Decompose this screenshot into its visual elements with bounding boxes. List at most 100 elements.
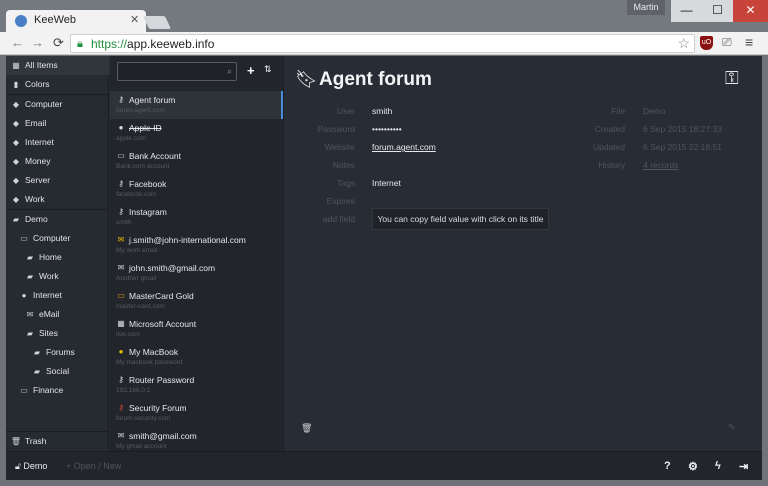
list-item[interactable]: ● Apple ID apple.com [110, 119, 283, 147]
field-value-website[interactable]: forum.agent.com [372, 142, 436, 152]
list-item[interactable]: ⚷ Security Forum forum.security.com [110, 399, 283, 427]
menu-label: Computer [33, 233, 71, 243]
list-item-subtitle: 192.168.0.1 [116, 387, 151, 394]
back-icon[interactable]: ← [11, 35, 24, 50]
list-item[interactable]: ⚷ Agent forum forum.agent.com [110, 91, 283, 119]
browser-tab[interactable]: KeeWeb ✕ [6, 10, 146, 32]
url-host: app.keeweb.info [127, 37, 215, 51]
menu-label: Work [39, 271, 59, 281]
cast-icon[interactable]: ⎚ [722, 35, 732, 50]
list-item-subtitle: Another gmail [116, 275, 157, 282]
menu-group-social[interactable]: ▰ Social [6, 362, 109, 381]
database-button[interactable]: 🔓︎ Demo [15, 461, 47, 472]
menu-group-home[interactable]: ▰ Home [6, 248, 109, 267]
address-bar[interactable]: 🔒︎ https://app.keeweb.info ☆ [70, 34, 695, 53]
list-item-title: smith@gmail.com [129, 431, 197, 441]
menu-tag-internet[interactable]: ◆ Internet [6, 133, 109, 152]
menu-group-finance[interactable]: ▭ Finance [6, 381, 109, 400]
field-label-password[interactable]: Password [285, 124, 355, 134]
lock-workspace-icon[interactable]: ⇥ [739, 460, 748, 473]
field-label-user[interactable]: User [285, 106, 355, 116]
settings-icon[interactable]: ⚙ [688, 460, 698, 473]
menu-group-work[interactable]: ▰ Work [6, 267, 109, 286]
list-item-subtitle: live.com [116, 331, 140, 338]
search-icon[interactable]: ⌕ [227, 66, 232, 77]
field-value-password[interactable]: •••••••••• [372, 124, 402, 134]
app-footer: 🔓︎ Demo + Open / New ? ⚙ ϟ ⇥ [6, 451, 762, 480]
menu-group-computer[interactable]: ▭ Computer [6, 229, 109, 248]
menu-tag-money[interactable]: ◆ Money [6, 152, 109, 171]
new-tab-button[interactable] [142, 16, 172, 29]
search-input[interactable]: ⌕ [117, 62, 237, 81]
list-item-subtitle: forum.security.com [116, 415, 171, 422]
forward-icon[interactable]: → [31, 35, 44, 50]
entry-title[interactable]: Agent forum [319, 69, 432, 91]
menu-tag-email[interactable]: ◆ Email [6, 114, 109, 133]
tag-icon: ◆ [12, 138, 20, 147]
menu-tag-server[interactable]: ◆ Server [6, 171, 109, 190]
field-label-expires[interactable]: Expires [285, 196, 355, 206]
add-entry-button[interactable]: + [247, 63, 255, 78]
reload-icon[interactable]: ⟳ [53, 35, 64, 51]
database-name: Demo [23, 461, 48, 471]
folder-icon: ▰ [26, 272, 34, 281]
menu-tag-work[interactable]: ◆ Work [6, 190, 109, 209]
list-item-title: My MacBook [129, 347, 179, 357]
keeweb-app: ▦ All Items ▮ Colors ◆ Computer ◆ Email ◆ Int… [6, 56, 762, 480]
tag-icon: ◆ [12, 195, 20, 204]
field-label-history: History [598, 160, 625, 170]
menu-tag-computer[interactable]: ◆ Computer [6, 95, 109, 114]
history-link[interactable]: 4 records [643, 160, 678, 170]
list-item[interactable]: ✉ smith@gmail.com My gmail account [110, 427, 283, 451]
list-item[interactable]: ▭ Bank Account Bank.com account [110, 147, 283, 175]
open-new-button[interactable]: + Open / New [66, 461, 121, 471]
menu-group-internet[interactable]: ● Internet [6, 286, 109, 305]
field-label-notes[interactable]: Notes [285, 160, 355, 170]
menu-label: Email [25, 118, 47, 128]
generate-password-icon[interactable]: ϟ [715, 460, 721, 472]
field-value-user[interactable]: smith [372, 106, 392, 116]
menu-sidebar: ▦ All Items ▮ Colors ◆ Computer ◆ Email ◆ Int… [6, 56, 109, 451]
menu-group-forums[interactable]: ▰ Forums [6, 343, 109, 362]
ublock-extension-icon[interactable]: uO [700, 36, 713, 50]
profile-name[interactable]: Martin [627, 0, 665, 15]
list-item[interactable]: ⚷ Instagram smith [110, 203, 283, 231]
bookmark-star-icon[interactable]: ☆ [677, 35, 690, 52]
sort-button[interactable]: ⇅ [264, 64, 272, 75]
menu-label: Finance [33, 385, 64, 395]
list-item[interactable]: ⚷ Router Password 192.168.0.1 [110, 371, 283, 399]
tag-icon: ◆ [12, 176, 20, 185]
menu-group-demo[interactable]: ▰ Demo [6, 210, 109, 229]
bookmark-icon[interactable]: 🔖︎ [295, 69, 318, 90]
copy-tooltip: You can copy field value with click on i… [372, 208, 549, 230]
field-label-website[interactable]: Website [285, 142, 355, 152]
add-field-button[interactable]: add field [285, 214, 355, 224]
tag-icon: ◆ [12, 100, 20, 109]
list-item[interactable]: ✉ john.smith@gmail.com Another gmail [110, 259, 283, 287]
close-window-button[interactable]: ✕ [733, 0, 768, 22]
minimize-button[interactable]: — [671, 0, 702, 22]
menu-colors[interactable]: ▮ Colors [6, 75, 109, 94]
card-icon: ▭ [117, 291, 125, 300]
field-value-tags[interactable]: Internet [372, 178, 401, 188]
list-item[interactable]: ✉ j.smith@john-international.com My work… [110, 231, 283, 259]
envelope-icon: ✉ [26, 310, 34, 319]
folder-open-icon: ▰ [12, 215, 20, 224]
menu-label: Trash [25, 436, 47, 446]
list-item[interactable]: ▦ Microsoft Account live.com [110, 315, 283, 343]
chrome-menu-icon[interactable]: ≡ [745, 34, 753, 50]
tab-close-icon[interactable]: ✕ [130, 13, 139, 26]
mail-icon: ✉ [117, 431, 125, 440]
list-item[interactable]: ● My MacBook My macbook password [110, 343, 283, 371]
menu-group-email[interactable]: ✉ eMail [6, 305, 109, 324]
attachment-icon[interactable]: ✎ [728, 422, 736, 433]
field-label-tags[interactable]: Tags [285, 178, 355, 188]
menu-trash[interactable]: 🗑︎ Trash [6, 432, 109, 451]
maximize-button[interactable]: ☐ [702, 0, 733, 22]
menu-group-sites[interactable]: ▰ Sites [6, 324, 109, 343]
menu-all-items[interactable]: ▦ All Items [6, 56, 109, 75]
list-item[interactable]: ⚷ Facebook facebook.com [110, 175, 283, 203]
delete-entry-icon[interactable]: 🗑︎ [301, 423, 312, 434]
help-icon[interactable]: ? [664, 460, 671, 472]
list-item[interactable]: ▭ MasterCard Gold master-card.com [110, 287, 283, 315]
